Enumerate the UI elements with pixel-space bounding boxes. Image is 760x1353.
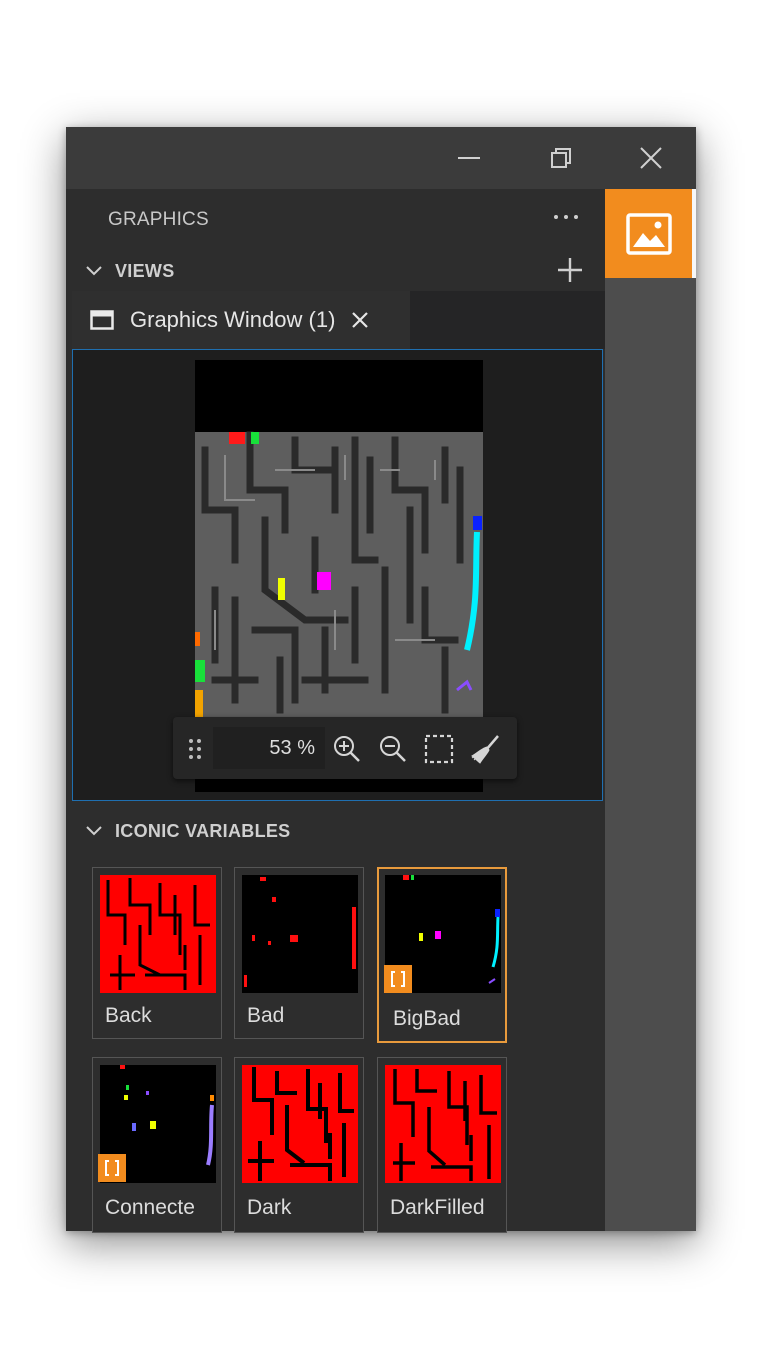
iconic-variable-back[interactable]: Back [92,867,222,1039]
active-indicator [692,189,696,278]
views-tab-strip: Graphics Window (1) [72,291,605,349]
minimize-icon [458,157,480,159]
iconic-variable-name: Back [105,1004,152,1027]
graphics-canvas-area[interactable]: 53 % [72,349,603,801]
tuple-badge [384,965,412,993]
iconic-variable-name: Dark [247,1196,292,1219]
tab-graphics-window-1[interactable]: Graphics Window (1) [72,291,410,349]
clear-broom-icon [471,735,499,764]
iconic-variable-name: Connecte [105,1196,195,1219]
window-icon [90,310,114,330]
restore-icon [551,148,571,168]
panel-title: GRAPHICS [108,209,209,230]
iconic-variable-bigbad[interactable]: BigBad [377,867,507,1043]
thumbnail-bad [242,875,358,993]
close-button[interactable] [622,127,680,189]
zoom-in-icon [334,736,360,762]
iconic-variables-section-header[interactable]: ICONIC VARIABLES [66,811,605,851]
zoom-in-button[interactable] [331,733,363,765]
iconic-variable-dark[interactable]: Dark [234,1057,364,1233]
thumbnail-darkfilled [385,1065,501,1183]
graphics-window-frame: GRAPHICS VIEWS Graphics Window (1) 53 % … [66,127,696,1233]
iconic-variable-name: BigBad [393,1007,461,1030]
activity-bar [605,189,696,1231]
graphics-panel: GRAPHICS VIEWS Graphics Window (1) 53 % … [66,189,605,1233]
zoom-out-button[interactable] [377,733,409,765]
iconic-variable-name: Bad [247,1004,285,1027]
tab-label: Graphics Window (1) [130,307,336,332]
chevron-down-icon [86,266,102,276]
thumbnail-back [100,875,216,993]
title-bar [66,127,696,189]
fit-selection-icon [424,734,454,764]
plus-icon [558,258,582,282]
canvas-toolbar: 53 % [173,717,517,779]
views-label: VIEWS [115,261,175,281]
iconic-variable-bad[interactable]: Bad [234,867,364,1039]
iconic-variables-label: ICONIC VARIABLES [115,821,291,841]
clear-graphics-button[interactable] [469,733,501,765]
drag-handle-icon [189,739,201,759]
close-icon [352,312,369,328]
fit-selection-button[interactable] [423,733,455,765]
zoom-level-field[interactable]: 53 % [213,727,325,769]
more-actions-button[interactable] [552,203,580,231]
close-tab-button[interactable] [349,309,371,331]
zoom-level-text: 53 % [269,737,315,759]
restore-button[interactable] [532,127,590,189]
iconic-variable-name: DarkFilled [390,1196,485,1219]
iconic-variable-connecte[interactable]: Connecte [92,1057,222,1233]
iconic-variable-darkfilled[interactable]: DarkFilled [377,1057,507,1233]
thumbnail-dark [242,1065,358,1183]
views-section-header[interactable]: VIEWS [66,251,605,291]
brackets-icon [391,971,405,987]
minimize-button[interactable] [440,127,498,189]
brackets-icon [105,1160,119,1176]
close-icon [640,147,662,169]
chevron-down-icon [86,826,102,836]
add-view-button[interactable] [555,255,585,285]
ellipsis-icon [554,215,578,219]
graphics-activity-button[interactable] [605,189,692,278]
zoom-out-icon [380,736,406,762]
tuple-badge [98,1154,126,1182]
toolbar-drag-handle[interactable] [179,733,211,765]
image-icon [625,212,672,255]
